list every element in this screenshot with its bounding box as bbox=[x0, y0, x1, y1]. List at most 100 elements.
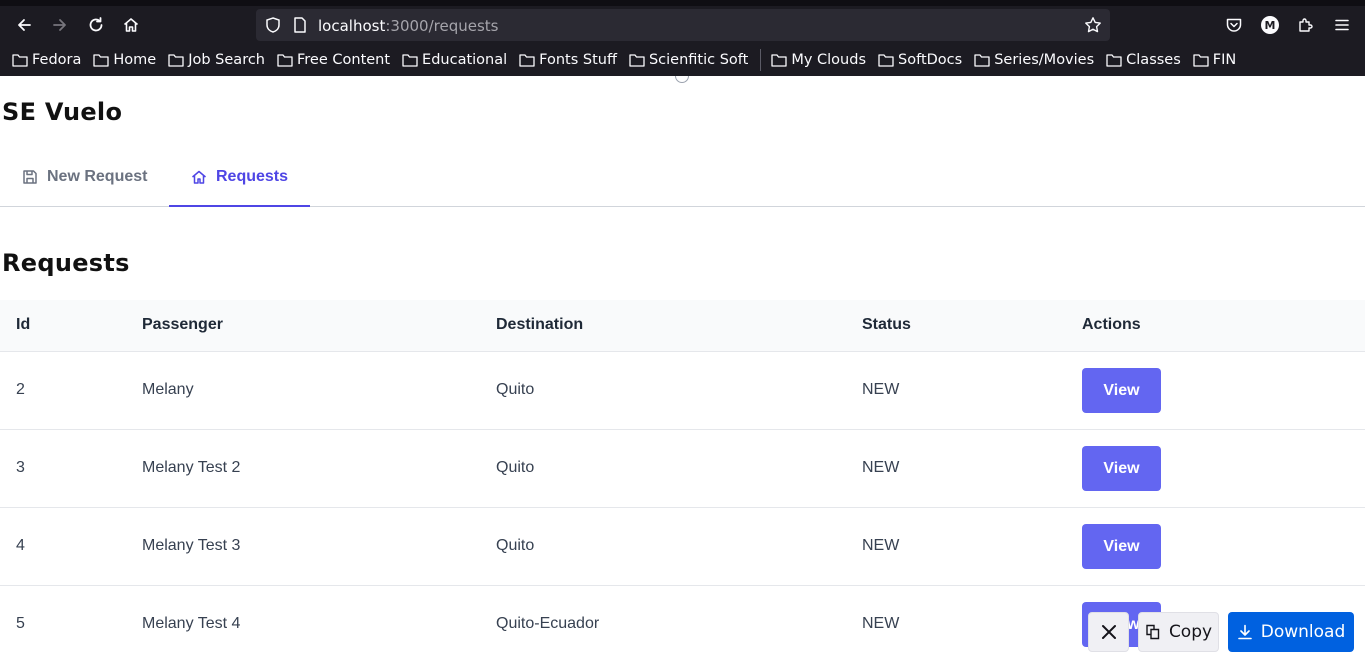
tab-label: New Request bbox=[47, 167, 148, 185]
folder-icon bbox=[12, 53, 28, 67]
bookmark-item[interactable]: Job Search bbox=[168, 52, 265, 68]
page-icon[interactable] bbox=[291, 16, 309, 34]
cell-destination: Quito bbox=[496, 381, 535, 398]
cell-status: NEW bbox=[862, 537, 900, 554]
requests-table: Id Passenger Destination Status Actions … bbox=[0, 300, 1365, 663]
page-content: SE Vuelo New Request Requests Requests I… bbox=[0, 76, 1365, 663]
copy-button[interactable]: Copy bbox=[1138, 612, 1219, 652]
column-header-id: Id bbox=[16, 316, 31, 333]
reload-button[interactable] bbox=[81, 10, 111, 40]
resize-handle[interactable] bbox=[675, 76, 689, 83]
menu-button[interactable] bbox=[1327, 10, 1357, 40]
bookmark-label: Free Content bbox=[297, 51, 391, 68]
url-text[interactable]: localhost:3000/requests bbox=[318, 17, 498, 35]
bookmark-label: My Clouds bbox=[791, 51, 867, 68]
bookmark-label: Classes bbox=[1126, 51, 1181, 68]
copy-icon bbox=[1146, 624, 1160, 640]
cell-passenger: Melany bbox=[142, 381, 194, 398]
download-label: Download bbox=[1260, 622, 1346, 642]
arrow-left-icon bbox=[18, 19, 31, 31]
cell-id: 2 bbox=[16, 381, 25, 398]
cell-id: 3 bbox=[16, 459, 25, 476]
column-header-actions: Actions bbox=[1082, 316, 1141, 333]
folder-icon bbox=[519, 53, 535, 67]
folder-icon bbox=[1106, 53, 1122, 67]
download-icon bbox=[1237, 624, 1252, 640]
tab-requests[interactable]: Requests bbox=[169, 148, 310, 207]
folder-icon bbox=[168, 53, 184, 67]
column-header-destination: Destination bbox=[496, 316, 584, 333]
bookmark-item[interactable]: SoftDocs bbox=[878, 52, 962, 68]
back-button[interactable] bbox=[9, 10, 39, 40]
tab-new-request[interactable]: New Request bbox=[21, 148, 169, 207]
bookmark-label: Job Search bbox=[188, 51, 265, 68]
folder-icon bbox=[1193, 53, 1209, 67]
view-button[interactable]: View bbox=[1082, 368, 1161, 413]
bookmark-item[interactable]: Scienfitic Soft bbox=[629, 52, 748, 68]
bookmark-item[interactable]: Series/Movies bbox=[974, 52, 1094, 68]
shield-icon[interactable] bbox=[264, 16, 282, 34]
folder-icon bbox=[878, 53, 894, 67]
table-header: Id Passenger Destination Status Actions bbox=[0, 300, 1365, 352]
url-host: localhost bbox=[318, 17, 386, 35]
extensions-button[interactable] bbox=[1291, 10, 1321, 40]
folder-icon bbox=[629, 53, 645, 67]
cell-passenger: Melany Test 2 bbox=[142, 459, 241, 476]
bookmark-item[interactable]: Fonts Stuff bbox=[519, 52, 617, 68]
bookmark-star-icon[interactable] bbox=[1084, 16, 1102, 34]
bookmark-label: Scienfitic Soft bbox=[648, 51, 749, 68]
puzzle-icon bbox=[1299, 18, 1313, 32]
close-icon bbox=[1101, 625, 1116, 639]
arrow-right-icon bbox=[53, 19, 66, 31]
copy-label: Copy bbox=[1168, 622, 1213, 642]
account-button[interactable]: M bbox=[1255, 10, 1285, 40]
folder-icon bbox=[93, 53, 110, 67]
home-button[interactable] bbox=[116, 10, 146, 40]
column-header-passenger: Passenger bbox=[142, 316, 223, 333]
download-button[interactable]: Download bbox=[1228, 612, 1354, 652]
folder-icon bbox=[277, 53, 293, 67]
bookmark-item[interactable]: Classes bbox=[1106, 52, 1181, 68]
bookmark-separator bbox=[760, 48, 762, 71]
folder-icon bbox=[771, 53, 787, 67]
bookmark-item[interactable]: Fedora bbox=[12, 52, 81, 68]
save-icon bbox=[23, 169, 37, 184]
cell-destination: Quito bbox=[496, 537, 535, 554]
tab-bar: New Request Requests bbox=[0, 148, 1365, 207]
cell-status: NEW bbox=[862, 459, 900, 476]
address-bar[interactable]: localhost:3000/requests bbox=[256, 9, 1110, 41]
tab-label: Requests bbox=[216, 167, 289, 185]
cell-passenger: Melany Test 4 bbox=[142, 615, 241, 632]
bookmark-label: Educational bbox=[422, 51, 508, 68]
view-button[interactable]: View bbox=[1082, 524, 1161, 569]
folder-icon bbox=[974, 53, 990, 67]
url-path: :3000/requests bbox=[385, 17, 499, 35]
cell-destination: Quito-Ecuador bbox=[496, 615, 600, 632]
cell-status: NEW bbox=[862, 615, 900, 632]
bookmark-label: SoftDocs bbox=[898, 51, 963, 68]
home-icon bbox=[192, 170, 206, 184]
bookmark-item[interactable]: Home bbox=[93, 52, 156, 68]
bookmark-item[interactable]: Educational bbox=[402, 52, 507, 68]
bookmark-label: Home bbox=[113, 51, 157, 68]
table-row: 3 Melany Test 2 Quito NEW View bbox=[0, 430, 1365, 508]
section-title: Requests bbox=[2, 249, 130, 277]
bookmark-item[interactable]: Free Content bbox=[277, 52, 390, 68]
bookmark-label: Series/Movies bbox=[994, 51, 1095, 68]
browser-toolbar: localhost:3000/requests M bbox=[0, 6, 1365, 44]
bookmarks-bar: Fedora Home Job Search Free Content Educatio… bbox=[0, 44, 1365, 75]
bookmark-label: Fedora bbox=[32, 51, 82, 68]
close-button[interactable] bbox=[1088, 612, 1129, 652]
bookmark-item[interactable]: My Clouds bbox=[771, 52, 866, 68]
bookmark-label: Fonts Stuff bbox=[539, 51, 617, 68]
home-icon bbox=[123, 18, 139, 32]
forward-button[interactable] bbox=[45, 10, 75, 40]
bookmark-item[interactable]: FIN bbox=[1193, 52, 1236, 68]
reload-icon bbox=[89, 17, 103, 32]
pocket-button[interactable] bbox=[1219, 10, 1249, 40]
pocket-icon bbox=[1226, 18, 1242, 32]
view-button[interactable]: View bbox=[1082, 446, 1161, 491]
cell-passenger: Melany Test 3 bbox=[142, 537, 241, 554]
cell-id: 4 bbox=[16, 537, 25, 554]
cell-status: NEW bbox=[862, 381, 900, 398]
